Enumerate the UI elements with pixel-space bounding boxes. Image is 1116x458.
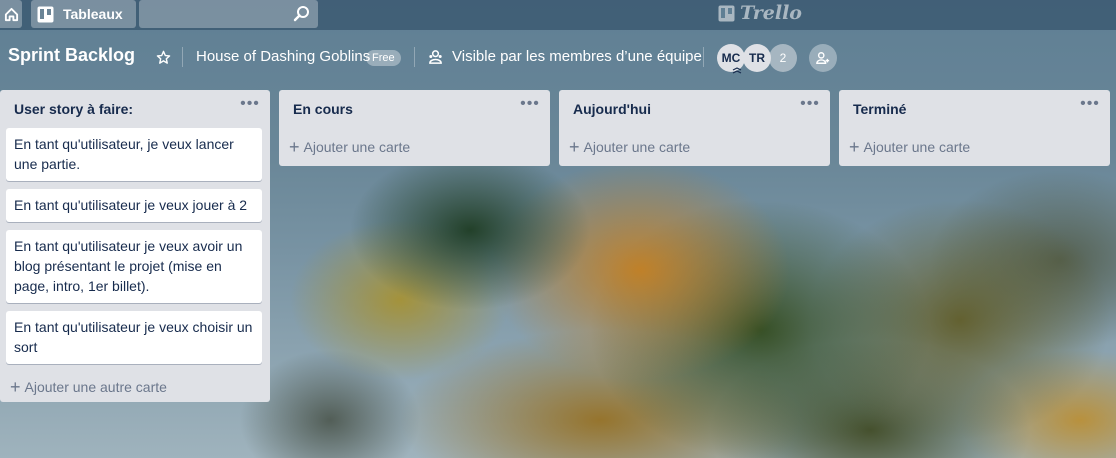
plus-icon: + bbox=[289, 137, 300, 157]
visibility-button[interactable]: Visible par les membres d’une équipe bbox=[428, 48, 702, 65]
header-divider bbox=[703, 47, 704, 67]
boards-icon bbox=[37, 6, 54, 23]
list-header[interactable]: User story à faire: ••• bbox=[0, 90, 270, 128]
card[interactable]: En tant qu'utilisateur, je veux lancer u… bbox=[6, 128, 262, 181]
visibility-label: Visible par les membres d’une équipe bbox=[452, 48, 702, 65]
card[interactable]: En tant qu'utilisateur je veux jouer à 2 bbox=[6, 189, 262, 222]
list-title[interactable]: User story à faire: bbox=[14, 101, 133, 117]
top-bar: Tableaux Trello bbox=[0, 0, 1116, 30]
member-count-badge[interactable]: 2 bbox=[769, 44, 797, 72]
list-menu-icon[interactable]: ••• bbox=[240, 96, 260, 118]
team-visibility-icon bbox=[428, 49, 443, 64]
list-title[interactable]: Aujourd'hui bbox=[573, 101, 651, 117]
add-card-button[interactable]: + Ajouter une carte bbox=[559, 128, 830, 166]
admin-chevron-icon bbox=[732, 67, 742, 74]
plus-icon: + bbox=[10, 377, 21, 397]
invite-button[interactable] bbox=[809, 44, 837, 72]
header-divider bbox=[414, 47, 415, 67]
plus-icon: + bbox=[849, 137, 860, 157]
search-box[interactable] bbox=[139, 0, 318, 28]
list-header[interactable]: Terminé ••• bbox=[839, 90, 1110, 128]
team-name[interactable]: House of Dashing Goblins bbox=[196, 48, 370, 65]
card[interactable]: En tant qu'utilisateur je veux choisir u… bbox=[6, 311, 262, 364]
list-header[interactable]: Aujourd'hui ••• bbox=[559, 90, 830, 128]
list-menu-icon[interactable]: ••• bbox=[520, 96, 540, 118]
board-title[interactable]: Sprint Backlog bbox=[8, 45, 135, 66]
list-today: Aujourd'hui ••• + Ajouter une carte bbox=[559, 90, 830, 166]
list-title[interactable]: Terminé bbox=[853, 101, 906, 117]
home-button[interactable] bbox=[0, 0, 22, 28]
plus-icon: + bbox=[569, 137, 580, 157]
member-avatar[interactable]: TR bbox=[743, 44, 771, 72]
boards-label: Tableaux bbox=[63, 6, 123, 22]
add-card-button[interactable]: + Ajouter une autre carte bbox=[0, 372, 270, 402]
add-card-label: Ajouter une autre carte bbox=[24, 379, 167, 395]
header-divider bbox=[182, 47, 183, 67]
list-header[interactable]: En cours ••• bbox=[279, 90, 550, 128]
list-user-stories: User story à faire: ••• En tant qu'utili… bbox=[0, 90, 270, 402]
add-card-button[interactable]: + Ajouter une carte bbox=[839, 128, 1110, 166]
list-done: Terminé ••• + Ajouter une carte bbox=[839, 90, 1110, 166]
add-member-icon bbox=[816, 52, 830, 64]
card[interactable]: En tant qu'utilisateur je veux avoir un … bbox=[6, 230, 262, 303]
trello-logo-text: Trello bbox=[740, 2, 802, 24]
search-icon[interactable] bbox=[293, 5, 310, 22]
star-icon[interactable] bbox=[156, 50, 171, 65]
home-icon bbox=[4, 7, 18, 21]
add-card-button[interactable]: + Ajouter une carte bbox=[279, 128, 550, 166]
boards-button[interactable]: Tableaux bbox=[31, 0, 136, 28]
trello-logo[interactable]: Trello bbox=[718, 2, 802, 24]
list-title[interactable]: En cours bbox=[293, 101, 353, 117]
add-card-label: Ajouter une carte bbox=[863, 139, 971, 155]
trello-logo-icon bbox=[718, 5, 735, 22]
add-card-label: Ajouter une carte bbox=[583, 139, 691, 155]
list-in-progress: En cours ••• + Ajouter une carte bbox=[279, 90, 550, 166]
search-input[interactable] bbox=[139, 0, 289, 28]
add-card-label: Ajouter une carte bbox=[303, 139, 411, 155]
list-menu-icon[interactable]: ••• bbox=[1080, 96, 1100, 118]
team-plan-badge: Free bbox=[366, 50, 401, 66]
list-menu-icon[interactable]: ••• bbox=[800, 96, 820, 118]
board-header: Sprint Backlog House of Dashing Goblins … bbox=[0, 36, 1116, 78]
